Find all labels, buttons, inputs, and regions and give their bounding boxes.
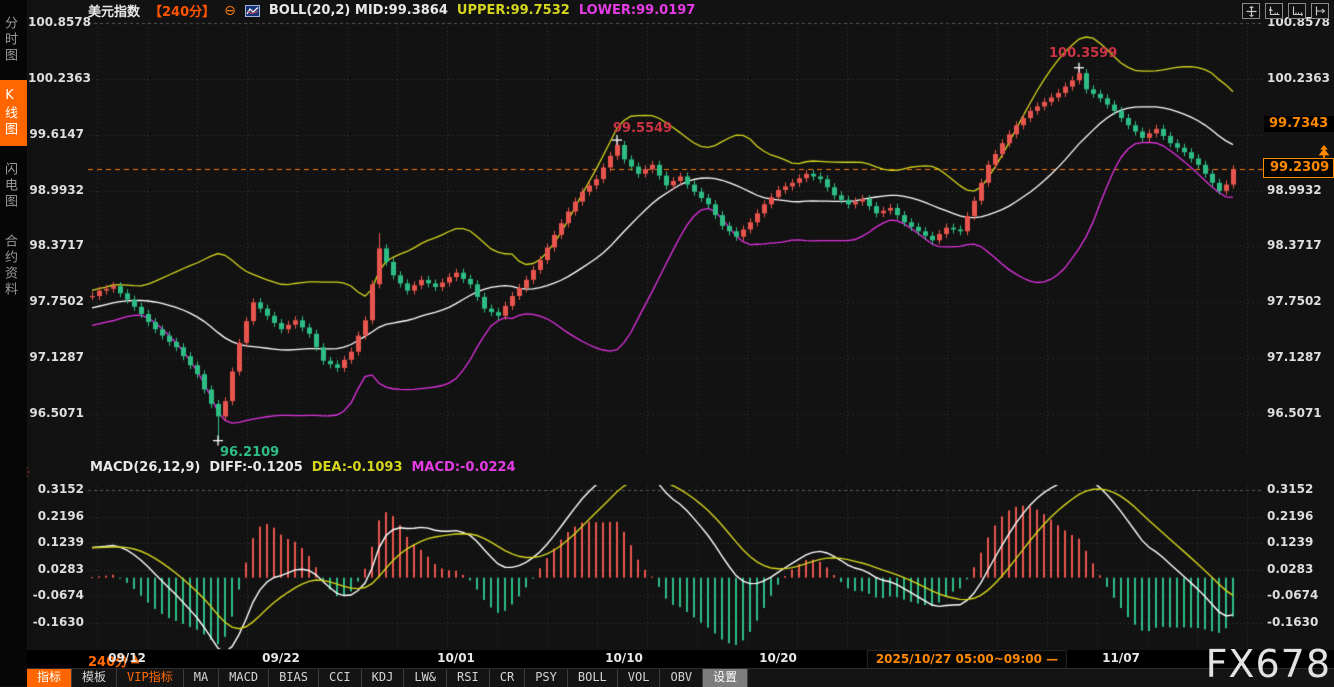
tab-kdj[interactable]: KDJ — [362, 669, 405, 687]
pan-right-icon[interactable] — [1311, 3, 1329, 19]
swing-high-label: 99.5549 — [613, 121, 672, 136]
price-axis-label-left: 100.8578 — [28, 15, 84, 30]
symbol-name: 美元指数 — [88, 1, 140, 20]
price-axis-label-left: 97.1287 — [28, 350, 84, 365]
macd-axis-label-left: 0.1239 — [28, 535, 84, 550]
macd-axis-label-right: 0.2196 — [1267, 509, 1313, 524]
price-axis-label-left: 96.5071 — [28, 406, 84, 421]
price-axis-label-left: 98.9932 — [28, 183, 84, 198]
macd-axis-label-right: -0.0674 — [1267, 588, 1318, 603]
date-tick-label: 09/22 — [262, 651, 300, 665]
indicator-tabs-bar: 指标模板VIP指标MAMACDBIASCCIKDJLW&RSICRPSYBOLL… — [27, 668, 1334, 687]
tab-vol[interactable]: VOL — [618, 669, 661, 687]
date-tick-label: 11/07 — [1102, 651, 1140, 665]
tab-boll[interactable]: BOLL — [568, 669, 618, 687]
scale-axis-right-icon[interactable] — [1288, 3, 1306, 19]
macd-params-label: MACD(26,12,9) — [90, 460, 200, 475]
macd-diff-value: DIFF:-0.1205 — [209, 460, 302, 475]
sidebar-item-lightning-chart[interactable]: 闪电图 — [0, 154, 27, 218]
scale-axis-left-icon[interactable] — [1265, 3, 1283, 19]
price-axis-label-left: 98.3717 — [28, 238, 84, 253]
price-axis-label-left: 97.7502 — [28, 294, 84, 309]
date-tick-label: 09/12 — [108, 651, 146, 665]
macd-axis-label-left: 0.2196 — [28, 509, 84, 524]
macd-hist-value: MACD:-0.0224 — [412, 460, 516, 475]
macd-header: MACD(26,12,9) DIFF:-0.1205 DEA:-0.1093 M… — [90, 460, 516, 475]
last-price-tag: 99.2309 — [1263, 158, 1334, 178]
tab-lw[interactable]: LW& — [404, 669, 447, 687]
chart-type-sidebar: 分时图 K线图 闪电图 合约资料 — [0, 0, 27, 686]
date-tick-label: 10/10 — [605, 651, 643, 665]
boll-lower-value: LOWER:99.0197 — [579, 3, 696, 18]
tab-rsi[interactable]: RSI — [447, 669, 490, 687]
period-badge: 【240分】 — [149, 1, 215, 20]
price-axis-label-right: 100.2363 — [1267, 71, 1330, 86]
swing-low-label: 96.2109 — [220, 445, 279, 460]
chart-header: 美元指数 【240分】 ⊖ BOLL(20,2) MID:99.3864 UPP… — [88, 2, 695, 19]
sidebar-item-contract-info[interactable]: 合约资料 — [0, 226, 27, 306]
macd-axis-label-right: -0.1630 — [1267, 615, 1318, 630]
tab-vip-indicator[interactable]: VIP指标 — [117, 669, 184, 687]
sidebar-item-time-chart[interactable]: 分时图 — [0, 8, 27, 72]
price-axis-label-left: 99.6147 — [28, 127, 84, 142]
tab-cci[interactable]: CCI — [319, 669, 362, 687]
date-tick-label: 10/01 — [437, 651, 475, 665]
collapse-icon[interactable]: ⊖ — [224, 4, 236, 18]
watermark-logo: FX678 — [1206, 644, 1331, 684]
tab-obv[interactable]: OBV — [660, 669, 703, 687]
sidebar-item-candlestick-chart[interactable]: K线图 — [0, 80, 27, 146]
chart-toolbar — [1242, 3, 1329, 19]
boll-upper-value: UPPER:99.7532 — [457, 3, 570, 18]
price-axis-label-left: 100.2363 — [28, 71, 84, 86]
price-axis-label-right: 98.9932 — [1267, 183, 1322, 198]
swing-high-label: 100.3599 — [1049, 46, 1117, 61]
macd-axis-label-left: 0.0283 — [28, 562, 84, 577]
crosshair-icon[interactable] — [1242, 3, 1260, 19]
macd-axis-label-left: -0.1630 — [28, 615, 84, 630]
price-axis-label-right: 97.7502 — [1267, 294, 1322, 309]
price-axis-label-right: 98.3717 — [1267, 238, 1322, 253]
tab-settings[interactable]: 设置 — [703, 669, 748, 687]
boll-mid-value: BOLL(20,2) MID:99.3864 — [269, 3, 448, 18]
indicator-chart-icon[interactable] — [245, 5, 260, 17]
tab-psy[interactable]: PSY — [525, 669, 568, 687]
tab-bias[interactable]: BIAS — [269, 669, 319, 687]
macd-axis-label-left: 0.3152 — [28, 482, 84, 497]
macd-axis-label-right: 0.0283 — [1267, 562, 1313, 577]
tab-macd[interactable]: MACD — [219, 669, 269, 687]
price-alert-arrow-icon — [1317, 145, 1331, 158]
macd-axis-label-left: -0.0674 — [28, 588, 84, 603]
tab-indicator[interactable]: 指标 — [27, 669, 72, 687]
tab-template[interactable]: 模板 — [72, 669, 117, 687]
tab-ma[interactable]: MA — [184, 669, 219, 687]
hovered-bar-tooltip: 2025/10/27 05:00~09:00 — — [867, 650, 1067, 669]
macd-axis-label-right: 0.1239 — [1267, 535, 1313, 550]
price-axis-label-right: 97.1287 — [1267, 350, 1322, 365]
tab-cr[interactable]: CR — [490, 669, 525, 687]
upper-band-price-tag: 99.7343 — [1264, 116, 1334, 132]
price-axis-label-right: 96.5071 — [1267, 406, 1322, 421]
macd-axis-label-right: 0.3152 — [1267, 482, 1313, 497]
date-tick-label: 10/20 — [759, 651, 797, 665]
macd-dea-value: DEA:-0.1093 — [312, 460, 403, 475]
chart-canvas[interactable] — [0, 0, 1334, 686]
xaxis-strip: 240分 ▲ 09/1209/2210/0110/1010/2011/07 20… — [27, 650, 1334, 668]
